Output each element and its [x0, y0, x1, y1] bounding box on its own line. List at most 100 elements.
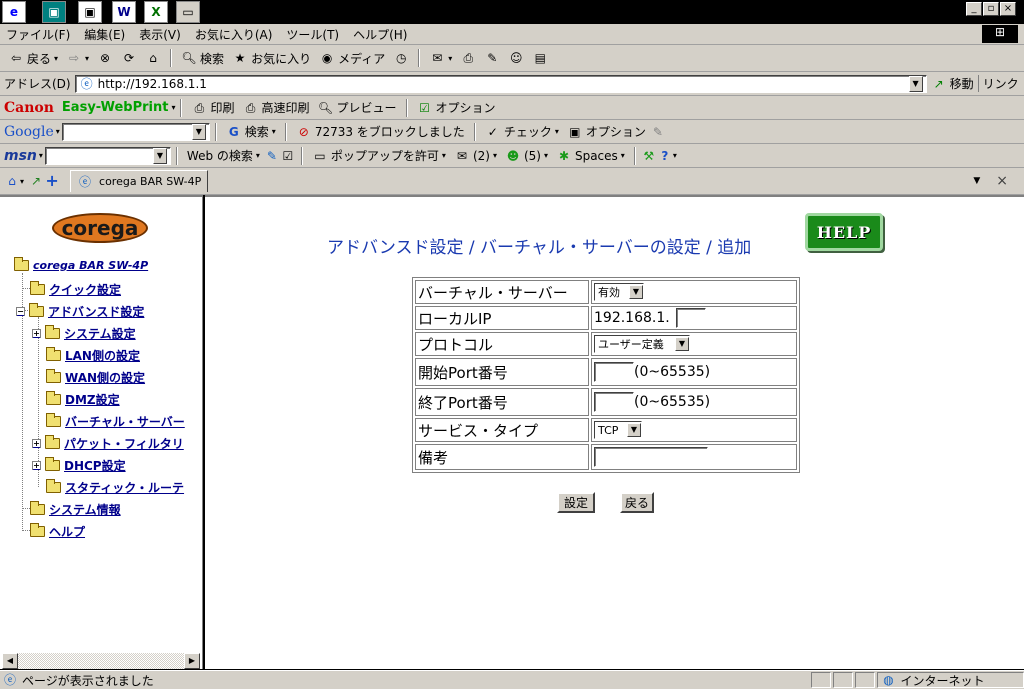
popup-blocker-button[interactable]: ⊘ 72733 をブロックしました — [292, 122, 469, 142]
submit-button[interactable]: 設定 — [557, 492, 595, 513]
ie-icon[interactable]: e — [2, 1, 26, 23]
menu-tools[interactable]: ツール(T) — [286, 26, 339, 43]
google-logo[interactable]: Google — [4, 124, 54, 140]
menu-favorites[interactable]: お気に入り(A) — [195, 26, 273, 43]
msn-search-input[interactable]: ▼ — [44, 146, 171, 165]
excel-icon[interactable]: X — [144, 1, 168, 23]
sidebar-item-packet-filter[interactable]: + パケット・フィルタリ — [32, 435, 184, 452]
preview-button[interactable]: 🔍︎ プレビュー — [314, 98, 401, 118]
msn-buddies-button[interactable]: ☻ (5) ▾ — [501, 146, 552, 166]
print-button[interactable]: ⎙ — [456, 48, 480, 68]
help-button[interactable]: HELP — [805, 213, 883, 251]
search-button[interactable]: 🔍︎ 検索 — [177, 48, 228, 68]
msn-dropdown-icon[interactable]: ▼ — [152, 147, 167, 164]
media-button[interactable]: ◉ メディア — [315, 48, 389, 68]
menu-edit[interactable]: 編集(E) — [84, 26, 125, 43]
back-button[interactable]: ⇦ 戻る ▾ — [4, 48, 62, 68]
allow-popup-button[interactable]: ▭ ポップアップを許可 ▾ — [308, 146, 450, 166]
fast-print-button[interactable]: ⎙ 高速印刷 — [239, 98, 314, 118]
msn-mail-count: (2) — [472, 148, 490, 163]
window-icon[interactable]: ▣ — [42, 1, 66, 23]
sidebar-item-dmz[interactable]: DMZ設定 — [46, 391, 120, 408]
canon-print-button[interactable]: ⎙ 印刷 — [187, 98, 238, 118]
links-label[interactable]: リンク — [977, 75, 1019, 92]
minimize-button[interactable]: _ — [966, 2, 982, 16]
sidebar-item-advanced[interactable]: − アドバンスド設定 — [16, 303, 144, 320]
restore-button[interactable]: ▫ — [983, 2, 999, 16]
tab-corega[interactable]: ⓔ corega BAR SW-4P — [70, 170, 209, 192]
form-fill-icon[interactable]: ☑ — [280, 148, 296, 164]
favorites-button[interactable]: ★ お気に入り — [228, 48, 315, 68]
protocol-select[interactable]: ユーザー定義 ▼ — [594, 335, 690, 353]
sidebar-item-lan[interactable]: LAN側の設定 — [46, 347, 140, 364]
tree-root[interactable]: corega BAR SW-4P — [14, 257, 148, 272]
notes-button[interactable]: ▤ — [528, 48, 552, 68]
search-icon: 🔍︎ — [181, 51, 197, 65]
pencil-icon[interactable]: ✎ — [650, 124, 666, 140]
home-button[interactable]: ⌂ — [141, 48, 165, 68]
remarks-input[interactable] — [594, 447, 708, 467]
sidebar-item-quick[interactable]: クイック設定 — [30, 281, 121, 298]
forward-button[interactable]: ⇨ ▾ — [62, 48, 93, 68]
msn-logo[interactable]: msn — [4, 148, 37, 164]
msn-buddies-count: (5) — [523, 148, 541, 163]
sidebar-horizontal-scrollbar[interactable]: ◀ ▶ — [2, 653, 200, 669]
virtual-server-enable-select[interactable]: 有効 ▼ — [594, 283, 644, 301]
sidebar-item-system[interactable]: + システム設定 — [32, 325, 136, 342]
expand-icon[interactable]: + — [32, 329, 41, 338]
tab-home-icon[interactable]: ⌂ — [4, 173, 20, 189]
menu-file[interactable]: ファイル(F) — [6, 26, 70, 43]
menu-view[interactable]: 表示(V) — [139, 26, 181, 43]
stop-button[interactable]: ⊗ — [93, 48, 117, 68]
address-field[interactable]: ⓔ http://192.168.1.1 ▼ — [74, 74, 927, 93]
end-port-input[interactable] — [594, 392, 634, 412]
sidebar-item-wan[interactable]: WAN側の設定 — [46, 369, 145, 386]
highlight-icon[interactable]: ✎ — [264, 148, 280, 164]
go-button[interactable]: ↗ 移動 — [927, 74, 978, 94]
scroll-left-icon[interactable]: ◀ — [2, 653, 18, 669]
google-options-button[interactable]: ▣ オプション — [563, 122, 650, 142]
app-icon[interactable]: ▣ — [78, 1, 102, 23]
start-port-input[interactable] — [594, 362, 634, 382]
address-dropdown-icon[interactable]: ▼ — [908, 75, 923, 92]
messenger-icon: ☺ — [510, 51, 523, 65]
sidebar-item-system-info[interactable]: システム情報 — [30, 501, 121, 518]
scroll-right-icon[interactable]: ▶ — [184, 653, 200, 669]
service-type-select[interactable]: TCP ▼ — [594, 421, 642, 439]
tools-icon[interactable]: ⚒ — [641, 148, 657, 164]
messenger-button[interactable]: ☺ — [504, 48, 528, 68]
easy-webprint-label[interactable]: Easy-WebPrint — [62, 100, 169, 115]
canon-options-button[interactable]: ☑ オプション — [413, 98, 500, 118]
sidebar-item-virtual-server[interactable]: バーチャル・サーバー — [46, 413, 185, 430]
google-search-button[interactable]: G 検索 ▾ — [222, 122, 280, 142]
collapse-icon[interactable]: − — [16, 307, 25, 316]
back-button-form[interactable]: 戻る — [620, 492, 654, 513]
help-icon[interactable]: ? — [657, 148, 673, 164]
new-tab-icon[interactable]: + — [44, 173, 60, 189]
spaces-button[interactable]: ✱ Spaces ▾ — [552, 146, 629, 166]
spellcheck-button[interactable]: ✓ チェック ▾ — [481, 122, 563, 142]
ip-last-octet-input[interactable] — [676, 308, 707, 328]
tab-arrow-icon[interactable]: ↗ — [28, 173, 44, 189]
google-search-input[interactable]: ▼ — [61, 122, 210, 141]
refresh-button[interactable]: ⟳ — [117, 48, 141, 68]
expand-icon[interactable]: + — [32, 461, 41, 470]
sidebar-item-static-route[interactable]: スタティック・ルーテ — [46, 479, 184, 496]
google-dropdown-icon[interactable]: ▼ — [191, 123, 206, 140]
mail-button[interactable]: ✉ ▾ — [425, 48, 456, 68]
sidebar-item-dhcp[interactable]: + DHCP設定 — [32, 457, 126, 474]
menu-help[interactable]: ヘルプ(H) — [353, 26, 407, 43]
msn-mail-button[interactable]: ✉ (2) ▾ — [450, 146, 501, 166]
tab-list-icon[interactable]: ▼ — [973, 176, 980, 186]
expand-icon[interactable]: + — [32, 439, 41, 448]
folder-icon — [46, 479, 61, 493]
history-button[interactable]: ◷ — [389, 48, 413, 68]
sidebar-item-help[interactable]: ヘルプ — [30, 523, 85, 540]
tab-close-icon[interactable]: × — [996, 173, 1008, 189]
folder-icon[interactable]: ▭ — [176, 1, 200, 23]
web-search-button[interactable]: Web の検索 ▾ — [183, 146, 264, 166]
word-icon[interactable]: W — [112, 1, 136, 23]
select-value: ユーザー定義 — [598, 338, 664, 351]
edit-button[interactable]: ✎ — [480, 48, 504, 68]
close-button[interactable]: × — [1000, 2, 1016, 16]
